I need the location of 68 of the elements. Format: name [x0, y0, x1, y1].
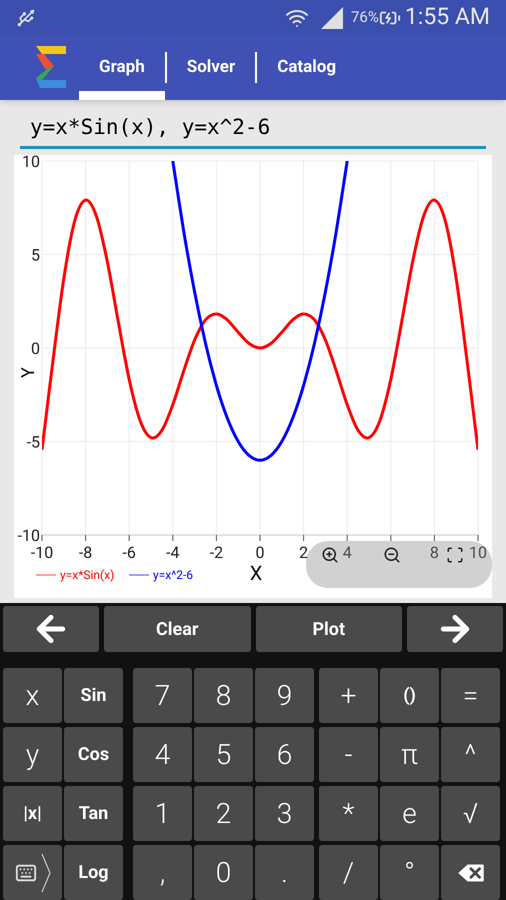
keypad-key[interactable]: 2 — [194, 786, 253, 841]
x-tick-label: 10 — [469, 543, 487, 562]
legend-label: y=x*Sin(x) — [60, 568, 114, 582]
keypad-key[interactable]: 5 — [194, 727, 253, 782]
battery-percent: 76% — [351, 7, 379, 28]
keypad-key[interactable]: x — [3, 668, 62, 723]
x-tick-label: 0 — [256, 543, 264, 562]
keypad-key[interactable]: √ — [441, 786, 500, 841]
keypad-key[interactable]: Cos — [64, 727, 123, 782]
x-tick-label: -4 — [166, 543, 180, 562]
keypad-key[interactable] — [3, 606, 99, 652]
keypad-key[interactable]: = — [441, 668, 500, 723]
x-axis-label: X — [250, 561, 262, 585]
keypad-key[interactable]: Clear — [104, 606, 250, 652]
y-tick-label: -5 — [26, 432, 40, 452]
keypad-key[interactable]: 1 — [133, 786, 192, 841]
chevron-icon — [40, 852, 50, 892]
zoom-in-icon[interactable] — [321, 546, 339, 564]
y-tick-label: -10 — [18, 526, 40, 545]
clock: 1:55 AM — [404, 2, 490, 32]
y-tick-label: 0 — [31, 339, 40, 358]
tab[interactable]: Solver — [166, 35, 256, 100]
keypad-key[interactable]: - — [319, 727, 378, 782]
x-tick-label: -8 — [78, 543, 92, 562]
zoom-out-icon[interactable] — [383, 546, 401, 564]
keypad-key[interactable]: * — [319, 786, 378, 841]
usb-icon — [16, 8, 36, 28]
x-tick-label: 8 — [430, 543, 439, 562]
keypad-key[interactable]: 3 — [255, 786, 314, 841]
keypad-key[interactable]: + — [319, 668, 378, 723]
tab[interactable]: Catalog — [257, 35, 356, 100]
keypad-key[interactable]: y — [3, 727, 62, 782]
keypad-key[interactable]: () — [380, 668, 439, 723]
y-axis-label: Y — [18, 367, 39, 378]
keypad-key[interactable]: 9 — [255, 668, 314, 723]
keypad-key[interactable]: 0 — [194, 845, 253, 900]
keypad-key[interactable]: ^ — [441, 727, 500, 782]
keypad-key[interactable]: , — [133, 845, 192, 900]
tab[interactable]: Graph — [79, 35, 165, 100]
x-tick-label: 2 — [299, 543, 308, 562]
app-logo-icon — [34, 46, 68, 88]
expression-field[interactable]: y=x*Sin(x), y=x^2-6 — [20, 112, 486, 149]
legend-label: y=x^2-6 — [153, 568, 194, 582]
keypad-key[interactable]: Sin — [64, 668, 123, 723]
keypad-key[interactable]: Log — [64, 845, 123, 900]
keypad-key[interactable]: π — [380, 727, 439, 782]
keypad-key[interactable] — [3, 845, 62, 900]
keypad-key[interactable] — [441, 845, 500, 900]
keypad-key[interactable]: . — [255, 845, 314, 900]
y-tick-label: 5 — [31, 246, 40, 264]
y-tick-label: 10 — [22, 155, 40, 171]
keypad-key[interactable]: Tan — [64, 786, 123, 841]
signal-icon — [321, 6, 343, 29]
zoom-reset-icon[interactable] — [446, 546, 464, 564]
keypad-key[interactable]: e — [380, 786, 439, 841]
x-tick-label: 4 — [342, 543, 352, 562]
keypad-key[interactable]: 8 — [194, 668, 253, 723]
keypad-key[interactable]: 4 — [133, 727, 192, 782]
x-tick-label: -2 — [210, 543, 224, 562]
keypad-key[interactable] — [407, 606, 503, 652]
keypad-key[interactable]: 7 — [133, 668, 192, 723]
keypad-key[interactable]: 6 — [255, 727, 314, 782]
keypad-key[interactable]: |x| — [3, 786, 62, 841]
x-tick-label: -10 — [30, 543, 54, 562]
keypad-key[interactable]: / — [319, 845, 378, 900]
keypad-key[interactable]: ° — [380, 845, 439, 900]
x-tick-label: -6 — [122, 543, 136, 562]
keypad-key[interactable]: Plot — [256, 606, 402, 652]
